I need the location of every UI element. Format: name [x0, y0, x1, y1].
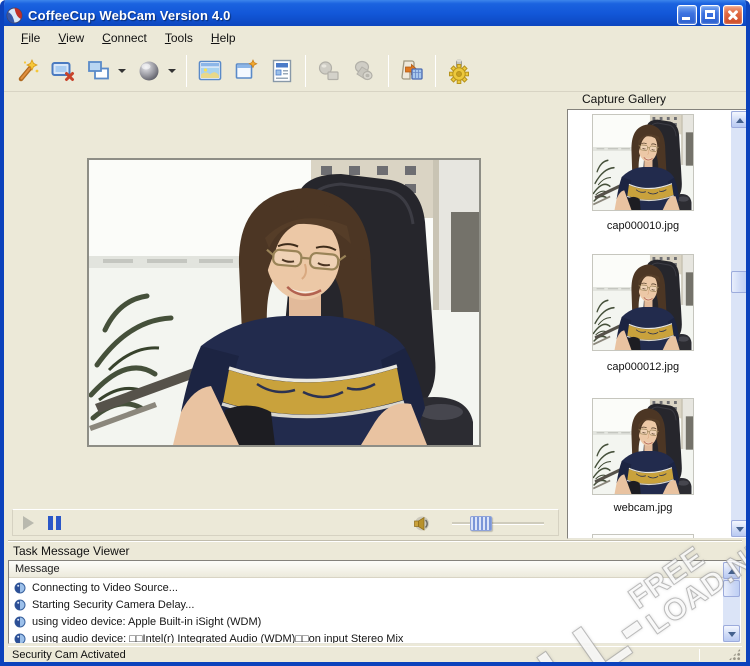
gallery-thumbnail[interactable]: [592, 114, 694, 211]
log-report-icon: [269, 58, 295, 84]
playback-bar: [12, 509, 559, 536]
maximize-button[interactable]: [700, 5, 720, 25]
gallery-scrollbar[interactable]: [731, 111, 748, 537]
wizard-button[interactable]: [9, 54, 45, 88]
app-icon: [6, 7, 23, 24]
scroll-down-button[interactable]: [723, 625, 740, 642]
menu-bar: File View Connect Tools Help: [4, 26, 746, 50]
window-layout-button[interactable]: [81, 54, 117, 88]
ftp-upload-button[interactable]: [394, 54, 430, 88]
minimize-icon: [682, 17, 690, 20]
magic-wand-icon: [14, 58, 40, 84]
gallery-thumbnail-partial[interactable]: [592, 534, 694, 539]
scroll-up-button[interactable]: [731, 111, 748, 128]
upload-gear-icon: [446, 58, 472, 84]
menu-connect[interactable]: Connect: [93, 28, 156, 48]
disconnect-video-button[interactable]: [45, 54, 81, 88]
gallery-item-filename: cap000010.jpg: [570, 220, 716, 232]
menu-tools[interactable]: Tools: [156, 28, 202, 48]
arrow-up-icon: [728, 569, 736, 574]
message-info-icon: [14, 582, 26, 594]
message-panel: Message Connecting to Video Source... St…: [8, 560, 742, 644]
message-list: Connecting to Video Source... Starting S…: [9, 579, 724, 643]
settings-upload-button[interactable]: [441, 54, 477, 88]
close-button[interactable]: [723, 5, 743, 25]
record-roll-button-disabled: [347, 54, 383, 88]
play-button[interactable]: [23, 516, 34, 530]
message-row[interactable]: Starting Security Camera Delay...: [9, 596, 724, 613]
message-info-icon: [14, 616, 26, 628]
menu-view[interactable]: View: [49, 28, 93, 48]
toolbar-separator: [186, 55, 187, 87]
resize-grip[interactable]: [728, 648, 741, 661]
scroll-up-button[interactable]: [723, 562, 740, 579]
image-window-icon: [197, 58, 223, 84]
capture-gallery-label: Capture Gallery: [582, 92, 666, 106]
volume-slider-thumb[interactable]: [470, 516, 492, 531]
menu-file[interactable]: File: [12, 28, 49, 48]
gallery-item-filename: cap000012.jpg: [570, 361, 716, 373]
message-row[interactable]: using video device: Apple Built-in iSigh…: [9, 613, 724, 630]
app-window: CoffeeCup WebCam Version 4.0 File View C…: [0, 0, 750, 666]
toolbar: [4, 50, 746, 92]
volume-slider[interactable]: [452, 522, 544, 525]
maximize-icon: [705, 10, 715, 19]
scroll-down-button[interactable]: [731, 520, 748, 537]
message-scrollbar[interactable]: [723, 562, 740, 642]
image-viewer-button[interactable]: [192, 54, 228, 88]
log-report-button[interactable]: [264, 54, 300, 88]
status-text: Security Cam Activated: [12, 649, 126, 661]
new-capture-window-icon: [233, 58, 259, 84]
capture-gallery: cap000010.jpg cap000012.jpg webcam.jpg: [567, 109, 750, 539]
gallery-thumbnail[interactable]: [592, 398, 694, 495]
ftp-transfer-icon: [399, 58, 425, 84]
status-divider: [699, 649, 700, 661]
toolbar-separator: [435, 55, 436, 87]
arrow-down-icon: [728, 632, 736, 637]
message-info-icon: [14, 599, 26, 611]
status-bar: Security Cam Activated: [8, 646, 742, 662]
webcam-preview: [87, 158, 481, 447]
gallery-item-filename: webcam.jpg: [570, 502, 716, 514]
message-row[interactable]: using audio device: □□Intel(r) Integrate…: [9, 630, 724, 643]
speaker-icon: [413, 515, 430, 532]
message-row[interactable]: Connecting to Video Source...: [9, 579, 724, 596]
webcam-video-image: [89, 160, 479, 445]
arrow-up-icon: [736, 118, 744, 123]
web-publish-button[interactable]: [131, 54, 167, 88]
pause-button[interactable]: [48, 516, 61, 530]
window-cascade-icon: [86, 58, 112, 84]
message-column-header[interactable]: Message: [9, 561, 724, 578]
video-disconnect-icon: [50, 58, 76, 84]
chevron-down-icon[interactable]: [168, 69, 176, 73]
speaker-button[interactable]: [413, 515, 430, 537]
record-roll-disabled-icon: [352, 58, 378, 84]
message-info-icon: [14, 633, 26, 644]
chevron-down-icon[interactable]: [118, 69, 126, 73]
record-ball-disabled-icon: [316, 58, 342, 84]
toolbar-separator: [388, 55, 389, 87]
menu-help[interactable]: Help: [202, 28, 245, 48]
toolbar-separator: [305, 55, 306, 87]
arrow-down-icon: [736, 527, 744, 532]
minimize-button[interactable]: [677, 5, 697, 25]
record-button-disabled: [311, 54, 347, 88]
window-title: CoffeeCup WebCam Version 4.0: [28, 8, 231, 23]
task-message-viewer-header: Task Message Viewer: [8, 540, 742, 560]
web-globe-icon: [136, 58, 162, 84]
new-capture-button[interactable]: [228, 54, 264, 88]
scrollbar-thumb[interactable]: [731, 271, 748, 293]
gallery-thumbnail[interactable]: [592, 254, 694, 351]
scrollbar-thumb[interactable]: [723, 580, 740, 597]
